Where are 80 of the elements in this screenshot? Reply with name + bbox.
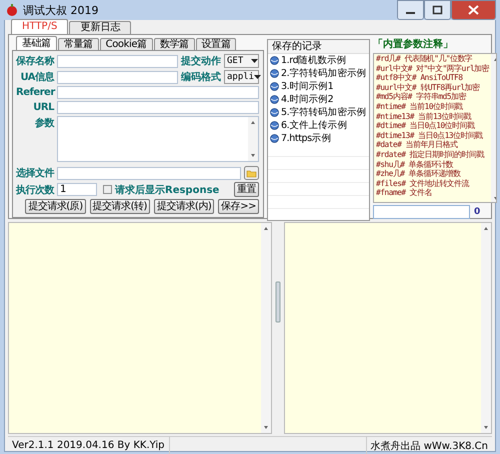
notes-textarea[interactable]: [373, 53, 497, 203]
folder-button[interactable]: [244, 166, 259, 180]
note-line: #url中文# 对"中文"两字url加密: [376, 64, 489, 73]
tab[interactable]: 数学篇: [154, 38, 195, 50]
version-text: Ver2.1.1 2019.04.16 By KK.Yip: [8, 437, 170, 454]
vertical-scrollbar[interactable]: [248, 117, 258, 161]
reset-button[interactable]: 重置: [234, 182, 259, 197]
field-label: 选择文件: [16, 166, 54, 180]
record-item[interactable]: 7.https示例: [268, 132, 369, 145]
close-button[interactable]: [451, 0, 496, 20]
note-line: #md5内容# 字符串md5加密: [376, 92, 468, 102]
list-header: 保存的记录: [268, 40, 369, 54]
tab[interactable]: 常量篇: [58, 38, 99, 50]
note-line: #shu几# 单条循环计数: [376, 160, 454, 169]
tab[interactable]: HTTP/S: [11, 19, 68, 34]
run-count-field[interactable]: 1: [57, 183, 97, 196]
record-item[interactable]: 4.时间示例2: [268, 93, 369, 106]
field-label: 保存名称: [16, 54, 54, 68]
globe-icon: [270, 134, 279, 143]
window-title: 调试大叔 2019: [23, 2, 100, 18]
note-line: #uurl中文# 转UTF8再url加密: [376, 82, 481, 92]
encoding-dropdown[interactable]: appli: [224, 70, 259, 84]
tab[interactable]: 设置篇: [196, 38, 236, 50]
dropdown-caret-icon: [254, 75, 262, 79]
search-field[interactable]: [373, 205, 470, 219]
tab[interactable]: Cookie篇: [100, 38, 153, 50]
field-label: 提交动作: [181, 54, 221, 68]
record-item[interactable]: 6.文件上传示例: [268, 119, 369, 132]
credit-text: 水煮舟出品 wWw.3K8.Cn: [370, 440, 489, 454]
note-line: #fname# 文件名: [376, 188, 433, 198]
note-line: #dtime# 当日0点10位时间戳: [376, 121, 476, 131]
record-item[interactable]: 2.字符转码加密示例: [268, 67, 369, 80]
url-field[interactable]: [57, 101, 259, 114]
vertical-scrollbar[interactable]: [261, 223, 271, 433]
globe-icon: [270, 95, 279, 104]
tab[interactable]: 更新日志: [69, 21, 132, 34]
method-dropdown[interactable]: GET: [224, 54, 259, 68]
note-line: #rd几# 代表随机"几"位数字: [376, 54, 474, 64]
note-line: #dtime13# 当日0点13位时间戳: [376, 130, 484, 140]
minimize-button[interactable]: [397, 0, 424, 20]
save-button[interactable]: 保存>>: [218, 199, 259, 214]
maximize-button[interactable]: [424, 0, 451, 20]
note-line: #files# 文件地址转文件流: [376, 178, 470, 188]
field-label: URL: [32, 102, 54, 113]
dropdown-caret-icon: [251, 59, 258, 63]
field-label: 参数: [34, 116, 54, 130]
submit-button[interactable]: 提交请求(原): [25, 199, 86, 214]
record-item[interactable]: 5.字符转码加密示例: [268, 106, 369, 119]
globe-icon: [270, 69, 279, 78]
note-line: #date# 当前年月日格式: [376, 140, 459, 150]
user-agent-field[interactable]: [57, 70, 178, 84]
field-label: 编码格式: [181, 70, 221, 84]
note-line: #utf8中文# AnsiToUTF8: [376, 73, 464, 83]
file-path-field[interactable]: [57, 166, 241, 180]
note-line: #zhe几# 单条循环递增数: [376, 169, 462, 179]
response-checkbox[interactable]: [103, 185, 112, 194]
field-label: 执行次数: [16, 184, 54, 196]
app-logo-icon: [6, 4, 18, 16]
globe-icon: [270, 108, 279, 117]
response-pane[interactable]: [284, 222, 492, 434]
field-label: Referer: [16, 87, 54, 98]
note-line: #ntime# 当前10位时间戳: [376, 102, 464, 112]
submit-button[interactable]: 提交请求(内): [154, 199, 214, 214]
globe-icon: [270, 82, 279, 91]
record-item[interactable]: 1.rd随机数示例: [268, 54, 369, 67]
globe-icon: [270, 56, 279, 65]
note-line: #ntime13# 当前13位时间戳: [376, 112, 472, 121]
notes-title: 「内置参数注释」: [373, 37, 454, 51]
submit-button[interactable]: 提交请求(转): [90, 199, 150, 214]
referer-field[interactable]: [57, 86, 259, 99]
field-label: UA信息: [19, 70, 54, 84]
response-pane[interactable]: [8, 222, 272, 434]
save-name-field[interactable]: [57, 54, 178, 68]
vertical-scrollbar[interactable]: [481, 223, 491, 433]
char-count: 0: [474, 207, 480, 217]
tab[interactable]: 基础篇: [16, 36, 57, 50]
globe-icon: [270, 121, 279, 130]
record-item[interactable]: 3.时间示例1: [268, 80, 369, 93]
checkbox-label: 请求后显示Response: [115, 184, 220, 196]
note-line: #rdate# 指定日期时间的时间戳: [376, 150, 486, 160]
